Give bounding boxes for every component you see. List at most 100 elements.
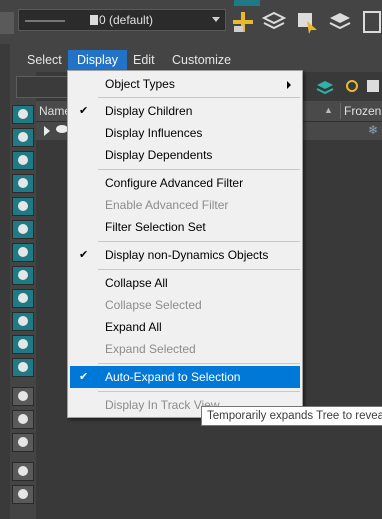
camera-icon [18, 178, 28, 188]
frozen-column-header[interactable]: Frozen [344, 104, 381, 118]
submenu-arrow-icon [287, 81, 291, 89]
display-cameras-button[interactable] [12, 174, 34, 193]
display-containers-button[interactable] [12, 312, 34, 331]
list-icon [18, 437, 28, 447]
helper-icon [18, 201, 28, 211]
funnel-icon [18, 489, 28, 499]
expand-arrow-icon[interactable] [44, 126, 50, 136]
select-none-button[interactable] [12, 410, 34, 429]
explorer-left-toolbar [12, 100, 36, 519]
menu-item-display-dependents[interactable]: Display Dependents [70, 144, 300, 166]
menu-item-configure-advanced-filter[interactable]: Configure Advanced Filter [70, 172, 300, 194]
menu-item-object-types[interactable]: Object Types [70, 73, 300, 95]
menu-item-label: Expand All [105, 320, 162, 334]
menu-item-label: Display Children [105, 104, 193, 118]
sphere-icon [18, 109, 28, 119]
menu-item-label: Filter Selection Set [105, 220, 206, 234]
menu-separator [98, 241, 300, 242]
add-to-layer-icon[interactable] [231, 10, 255, 34]
main-toolbar: 0 (default) [0, 0, 382, 44]
menu-item-display-influences[interactable]: Display Influences [70, 122, 300, 144]
layers-icon[interactable] [261, 10, 287, 34]
filter-button[interactable] [12, 462, 34, 481]
menu-item-label: Expand Selected [105, 342, 196, 356]
menu-item-filter-selection-set[interactable]: Filter Selection Set [70, 216, 300, 238]
menu-separator [98, 363, 300, 364]
menu-item-label: Collapse All [105, 276, 168, 290]
menu-item-collapse-all[interactable]: Collapse All [70, 272, 300, 294]
teal-toolbar-strip [234, 0, 260, 6]
display-lights-button[interactable] [12, 151, 34, 170]
search-input[interactable] [16, 76, 74, 98]
layer-dropdown-label: 0 (default) [99, 13, 154, 27]
display-helpers-button[interactable] [12, 197, 34, 216]
check-icon: ✔ [79, 249, 89, 261]
document-icon [18, 391, 28, 401]
chevron-down-icon [212, 17, 220, 22]
shape-icon [18, 132, 28, 142]
check-icon: ✔ [79, 371, 89, 383]
layer-manager-icon[interactable] [0, 12, 14, 34]
scene-explorer-menubar: Select Display Edit Customize [10, 50, 382, 70]
menu-item-enable-advanced-filter: Enable Advanced Filter [70, 194, 300, 216]
layer-line-icon [25, 20, 65, 22]
eye-icon [18, 362, 28, 372]
display-shapes-button[interactable] [12, 128, 34, 147]
select-invert-button[interactable] [12, 433, 34, 452]
menu-item-label: Configure Advanced Filter [105, 176, 244, 190]
menu-item-display-children[interactable]: ✔ Display Children [70, 100, 300, 122]
tooltip: Temporarily expands Tree to revea [201, 406, 382, 426]
menu-item-label: Collapse Selected [105, 298, 202, 312]
menu-separator [98, 97, 300, 98]
menu-item-label: Display Influences [105, 126, 203, 140]
spacewarp-icon [18, 224, 28, 234]
menu-item-label: Auto-Expand to Selection [105, 370, 241, 384]
layer-select-icon[interactable] [328, 10, 352, 34]
menu-item-label: Display Dependents [105, 148, 213, 162]
display-frozen-button[interactable] [12, 335, 34, 354]
bone-icon [18, 293, 28, 303]
left-edge-strip [0, 44, 10, 519]
menu-item-label: Enable Advanced Filter [105, 198, 229, 212]
menu-item-expand-selected: Expand Selected [70, 338, 300, 360]
display-groups-button[interactable] [12, 243, 34, 262]
menu-separator [98, 391, 300, 392]
select-all-button[interactable] [12, 387, 34, 406]
column-separator [340, 103, 341, 119]
menu-customize[interactable]: Customize [163, 50, 240, 70]
display-spacewarps-button[interactable] [12, 220, 34, 239]
square-icon [18, 414, 28, 424]
menu-item-auto-expand-to-selection[interactable]: ✔ Auto-Expand to Selection [70, 366, 300, 388]
explorer-toolbar-icons [303, 76, 382, 98]
light-bulb-icon [18, 155, 28, 165]
menu-separator [98, 169, 300, 170]
menu-edit[interactable]: Edit [124, 50, 164, 70]
display-hidden-button[interactable] [12, 358, 34, 377]
snowflake-icon [18, 339, 28, 349]
menu-separator [98, 269, 300, 270]
menu-display[interactable]: Display [68, 50, 127, 70]
filter-icons [316, 80, 379, 95]
menu-select[interactable]: Select [18, 50, 71, 70]
check-icon: ✔ [79, 105, 89, 117]
layer-color-swatch [90, 15, 98, 25]
display-bones-button[interactable] [12, 289, 34, 308]
layer-dropdown[interactable]: 0 (default) [18, 9, 226, 31]
select-object-icon[interactable] [295, 10, 319, 34]
group-icon [18, 247, 28, 257]
xref-icon [18, 270, 28, 280]
funnel-button[interactable] [12, 485, 34, 504]
menu-item-label: Display non-Dynamics Objects [105, 248, 269, 262]
filter-icon [18, 466, 28, 476]
display-geometry-button[interactable] [12, 105, 34, 124]
container-icon [18, 316, 28, 326]
menu-item-expand-all[interactable]: Expand All [70, 316, 300, 338]
display-dropdown-menu: Object Types ✔ Display Children Display … [67, 70, 303, 418]
menu-item-label: Object Types [105, 77, 175, 91]
display-xrefs-button[interactable] [12, 266, 34, 285]
menu-item-collapse-selected: Collapse Selected [70, 294, 300, 316]
frozen-icon[interactable]: ❄ [368, 123, 378, 137]
sort-arrow-icon: ▲ [324, 105, 333, 115]
menu-item-display-non-dynamics[interactable]: ✔ Display non-Dynamics Objects [70, 244, 300, 266]
layer-toggle-icon[interactable] [362, 10, 382, 34]
